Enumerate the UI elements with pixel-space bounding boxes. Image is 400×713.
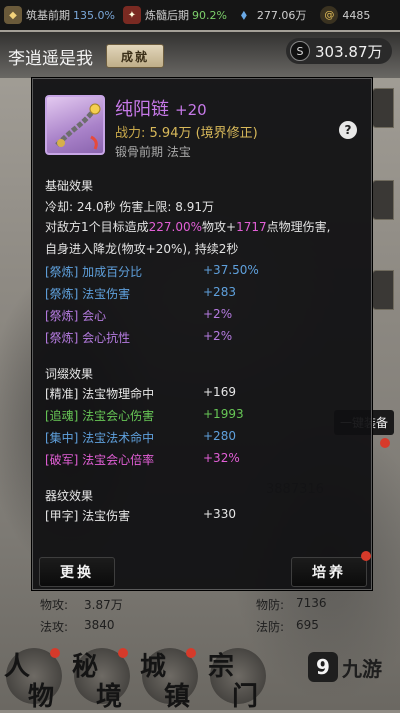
pattern-row-name: [甲字] 法宝伤害: [45, 509, 131, 523]
affix-row-value: +280: [203, 429, 236, 443]
gold-icon: @: [320, 6, 339, 24]
nav-town-c1: 城: [140, 652, 167, 682]
desc-1a: 对敌方1个目标造成: [45, 220, 149, 234]
nav-character-c1: 人: [4, 652, 31, 682]
skill-description-1: 对敌方1个目标造成227.00%物攻+1717点物理伤害,: [45, 217, 365, 237]
spirit-stone-value: 277.06万: [256, 9, 307, 22]
nav-sect-c2: 门: [232, 682, 259, 712]
realm-1-percent: 135.0%: [73, 8, 115, 22]
achievement-button[interactable]: 成就: [106, 44, 164, 68]
nav-sect[interactable]: 宗 门: [208, 646, 270, 712]
bg-phys-atk-label: 物攻:: [40, 598, 69, 612]
bg-phys-atk-value: 3.87万: [84, 598, 123, 612]
side-button-2[interactable]: [372, 180, 394, 220]
combat-power-value: 303.87万: [315, 42, 383, 61]
watermark-text: 九游: [342, 656, 382, 681]
spirit-stone-icon: ⬧: [240, 7, 248, 23]
refine-row-name: [祭炼] 会心抗性: [45, 331, 131, 345]
affix-row-name: [精准] 法宝物理命中: [45, 387, 155, 401]
desc-1b: 227.00%: [148, 220, 203, 234]
realm-2-label: 炼髓后期: [144, 9, 189, 22]
cooldown-line: 冷却: 24.0秒 伤害上限: 8.91万: [45, 200, 214, 214]
nav-town-dot: [186, 648, 196, 658]
bg-mag-def-value: 695: [296, 618, 319, 632]
nav-sect-c1: 宗: [208, 652, 235, 682]
replace-button[interactable]: 更换: [39, 557, 115, 587]
pattern-row-value: +330: [203, 507, 236, 521]
section-affix-effect: 词缀效果: [45, 367, 94, 381]
section-base-effect: 基础效果: [45, 179, 94, 193]
affix-row-value: +32%: [203, 451, 240, 465]
item-chain-icon: [45, 95, 105, 155]
side-button-3[interactable]: [372, 270, 394, 310]
nav-character[interactable]: 人 物: [4, 646, 66, 712]
bg-phys-def-value: 7136: [296, 596, 327, 610]
nav-town[interactable]: 城 镇: [140, 646, 202, 712]
watermark-logo: 9 九游: [308, 652, 382, 682]
affix-row-name: [破军] 法宝会心倍率: [45, 453, 155, 467]
affix-row-name: [集中] 法宝法术命中: [45, 431, 155, 445]
item-subtitle: 锻骨前期 法宝: [115, 145, 191, 159]
affix-row-value: +1993: [203, 407, 244, 421]
desc-1c: 物攻+: [202, 220, 237, 234]
desc-1e: 点物理伤害,: [266, 220, 331, 234]
item-detail-popup: 纯阳链 +20 战力: 5.94万 (境界修正) 锻骨前期 法宝 ? 基础效果 冷…: [32, 78, 372, 590]
bg-mag-def-label: 法防:: [256, 620, 285, 634]
realm-1-stat: ◆ 筑基前期 135.0%: [4, 6, 115, 24]
affix-row-value: +169: [203, 385, 236, 399]
gold-stat: @ 4485: [320, 6, 370, 24]
realm-1-label: 筑基前期: [26, 9, 70, 22]
refine-row-value: +37.50%: [203, 263, 259, 277]
power-icon: S: [290, 41, 310, 61]
item-power: 战力: 5.94万 (境界修正): [115, 122, 258, 141]
refine-row-value: +2%: [203, 329, 233, 343]
gold-value: 4485: [342, 8, 371, 22]
resource-bar: ◆ 筑基前期 135.0% ✦ 炼髓后期 90.2% ⬧ 277.06万 @ 4…: [0, 0, 400, 30]
section-pattern-effect: 器纹效果: [45, 489, 94, 503]
nav-character-dot: [50, 648, 60, 658]
nav-town-c2: 镇: [164, 682, 191, 712]
realm-2-stat: ✦ 炼髓后期 90.2%: [122, 6, 227, 24]
nav-character-c2: 物: [28, 682, 55, 712]
refine-row-name: [祭炼] 会心: [45, 309, 107, 323]
item-power-value: 5.94万 (境界修正): [149, 126, 258, 141]
refine-row-name: [祭炼] 加成百分比: [45, 265, 143, 279]
body-icon: ✦: [122, 6, 141, 24]
realm-2-percent: 90.2%: [191, 8, 227, 22]
skill-description-2: 自身进入降龙(物攻+20%), 持续2秒: [45, 242, 239, 256]
item-level: +20: [175, 101, 207, 119]
help-icon[interactable]: ?: [339, 121, 357, 139]
refine-row-value: +2%: [203, 307, 233, 321]
bg-phys-def-label: 物防:: [256, 598, 285, 612]
watermark-glyph: 9: [308, 652, 338, 682]
nav-secret-realm-dot: [118, 648, 128, 658]
realm-icon: ◆: [4, 6, 22, 24]
nav-secret-realm-c2: 境: [96, 682, 123, 712]
combat-power-badge: S 303.87万: [286, 38, 392, 64]
refine-row-name: [祭炼] 法宝伤害: [45, 287, 131, 301]
bg-mag-atk-label: 法攻:: [40, 620, 69, 634]
side-button-1[interactable]: [372, 88, 394, 128]
item-name-text: 纯阳链: [115, 99, 169, 120]
item-power-label: 战力:: [115, 126, 146, 141]
refine-row-value: +283: [203, 285, 236, 299]
affix-row-name: [追魂] 法宝会心伤害: [45, 409, 155, 423]
notification-dot: [380, 438, 390, 448]
nav-secret-realm[interactable]: 秘 境: [72, 646, 134, 712]
spirit-stone-stat: ⬧ 277.06万: [235, 6, 307, 24]
bg-mag-atk-value: 3840: [84, 618, 115, 632]
item-name: 纯阳链 +20: [115, 95, 207, 121]
desc-1d: 1717: [236, 220, 267, 234]
player-name: 李逍遥是我: [8, 49, 93, 69]
nav-secret-realm-c1: 秘: [72, 652, 99, 682]
cultivate-button[interactable]: 培养: [291, 557, 367, 587]
cultivate-notification-dot: [361, 551, 371, 561]
